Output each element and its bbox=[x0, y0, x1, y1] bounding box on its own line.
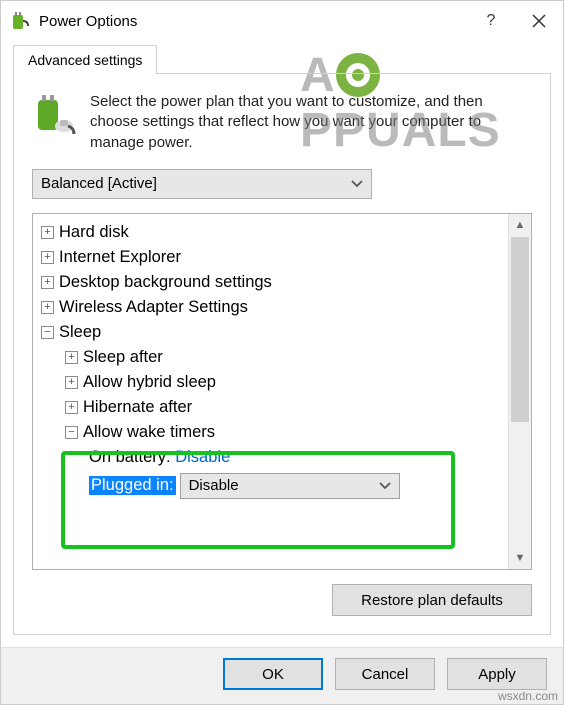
power-plan-selected: Balanced [Active] bbox=[41, 175, 157, 192]
expand-icon[interactable]: + bbox=[41, 251, 54, 264]
tree-item-hybrid-sleep[interactable]: +Allow hybrid sleep bbox=[35, 370, 505, 395]
apply-button[interactable]: Apply bbox=[447, 658, 547, 690]
tree-item-wireless-adapter[interactable]: +Wireless Adapter Settings bbox=[35, 295, 505, 320]
tab-advanced-settings[interactable]: Advanced settings bbox=[13, 45, 157, 74]
expand-icon[interactable]: + bbox=[41, 276, 54, 289]
tree-item-sleep[interactable]: −Sleep bbox=[35, 320, 505, 345]
plugged-in-value: Disable bbox=[189, 477, 239, 494]
plugged-in-label: Plugged in: bbox=[89, 476, 176, 495]
tree-scrollbar[interactable]: ▲ ▼ bbox=[508, 214, 531, 569]
chevron-down-icon bbox=[351, 175, 363, 192]
scroll-up-icon[interactable]: ▲ bbox=[509, 214, 531, 237]
scroll-track[interactable] bbox=[509, 237, 531, 546]
titlebar: Power Options ? bbox=[1, 1, 563, 41]
tree-item-desktop-background[interactable]: +Desktop background settings bbox=[35, 270, 505, 295]
expand-icon[interactable]: + bbox=[65, 351, 78, 364]
chevron-down-icon bbox=[379, 477, 391, 494]
tree-item-hard-disk[interactable]: +Hard disk bbox=[35, 220, 505, 245]
scroll-down-icon[interactable]: ▼ bbox=[509, 546, 531, 569]
expand-icon[interactable]: + bbox=[65, 376, 78, 389]
ok-button[interactable]: OK bbox=[223, 658, 323, 690]
expand-icon[interactable]: + bbox=[65, 401, 78, 414]
power-plan-select[interactable]: Balanced [Active] bbox=[32, 169, 372, 199]
scroll-thumb[interactable] bbox=[511, 237, 529, 423]
cancel-button[interactable]: Cancel bbox=[335, 658, 435, 690]
restore-defaults-button[interactable]: Restore plan defaults bbox=[332, 584, 532, 616]
collapse-icon[interactable]: − bbox=[41, 326, 54, 339]
close-button[interactable] bbox=[515, 1, 563, 41]
on-battery-value[interactable]: Disable bbox=[175, 448, 230, 467]
power-plan-icon bbox=[11, 11, 31, 31]
dialog-footer: OK Cancel Apply bbox=[1, 647, 563, 704]
tree-item-sleep-after[interactable]: +Sleep after bbox=[35, 345, 505, 370]
tree-item-hibernate-after[interactable]: +Hibernate after bbox=[35, 395, 505, 420]
on-battery-label: On battery: bbox=[89, 448, 171, 467]
intro-text: Select the power plan that you want to c… bbox=[90, 92, 532, 153]
collapse-icon[interactable]: − bbox=[65, 426, 78, 439]
tree-item-plugged-in[interactable]: Plugged in: Disable bbox=[35, 470, 505, 502]
tree-item-allow-wake-timers[interactable]: −Allow wake timers bbox=[35, 420, 505, 445]
plugged-in-select[interactable]: Disable bbox=[180, 473, 400, 499]
tree-item-on-battery[interactable]: On battery: Disable bbox=[35, 445, 505, 470]
help-button[interactable]: ? bbox=[467, 1, 515, 41]
power-options-dialog: Power Options ? Advanced settings Select… bbox=[0, 0, 564, 705]
settings-tree: +Hard disk +Internet Explorer +Desktop b… bbox=[32, 213, 532, 570]
expand-icon[interactable]: + bbox=[41, 301, 54, 314]
battery-plug-icon bbox=[32, 92, 76, 136]
window-title: Power Options bbox=[39, 13, 467, 30]
tree-item-internet-explorer[interactable]: +Internet Explorer bbox=[35, 245, 505, 270]
expand-icon[interactable]: + bbox=[41, 226, 54, 239]
tab-row: Advanced settings bbox=[1, 41, 563, 74]
tab-content: Select the power plan that you want to c… bbox=[13, 74, 551, 635]
watermark-site: wsxdn.com bbox=[498, 689, 558, 703]
